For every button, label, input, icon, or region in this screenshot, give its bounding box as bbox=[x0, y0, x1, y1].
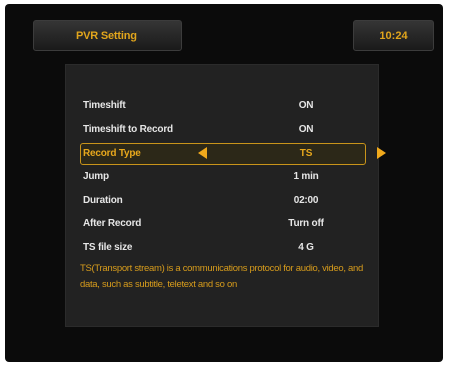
setting-label: TS file size bbox=[83, 242, 133, 253]
setting-label: Duration bbox=[83, 195, 123, 206]
setting-value: ON bbox=[298, 100, 314, 111]
setting-row-record-type[interactable]: Record Type TS bbox=[80, 143, 386, 165]
help-text: TS(Transport stream) is a communications… bbox=[80, 263, 364, 290]
setting-value: 4 G bbox=[298, 242, 314, 253]
setting-value: 02:00 bbox=[293, 195, 319, 206]
setting-row-duration[interactable]: Duration 02:00 bbox=[80, 190, 366, 212]
tv-screen: PVR Setting 10:24 Timeshift ON Timeshift… bbox=[5, 4, 443, 362]
setting-value: Turn off bbox=[288, 218, 324, 229]
setting-row-timeshift-to-record[interactable]: Timeshift to Record ON bbox=[80, 119, 366, 141]
setting-row-ts-file-size[interactable]: TS file size 4 G bbox=[80, 237, 366, 259]
setting-value: TS bbox=[299, 148, 313, 159]
setting-label: Record Type bbox=[83, 148, 141, 159]
arrow-left-icon[interactable] bbox=[198, 147, 207, 159]
setting-label: Timeshift bbox=[83, 100, 126, 111]
arrow-right-icon[interactable] bbox=[377, 147, 386, 159]
setting-row-timeshift[interactable]: Timeshift ON bbox=[80, 95, 366, 117]
clock-box: 10:24 bbox=[353, 20, 434, 51]
title-bar: PVR Setting bbox=[33, 20, 182, 51]
setting-row-after-record[interactable]: After Record Turn off bbox=[80, 213, 366, 235]
setting-label: After Record bbox=[83, 218, 142, 229]
setting-label: Timeshift to Record bbox=[83, 124, 173, 135]
setting-row-jump[interactable]: Jump 1 min bbox=[80, 166, 366, 188]
setting-label: Jump bbox=[83, 171, 109, 182]
setting-value: ON bbox=[298, 124, 314, 135]
setting-value: 1 min bbox=[293, 171, 319, 182]
settings-panel: Timeshift ON Timeshift to Record ON Reco… bbox=[65, 64, 386, 327]
clock-text: 10:24 bbox=[379, 30, 408, 42]
page-title: PVR Setting bbox=[76, 30, 137, 42]
